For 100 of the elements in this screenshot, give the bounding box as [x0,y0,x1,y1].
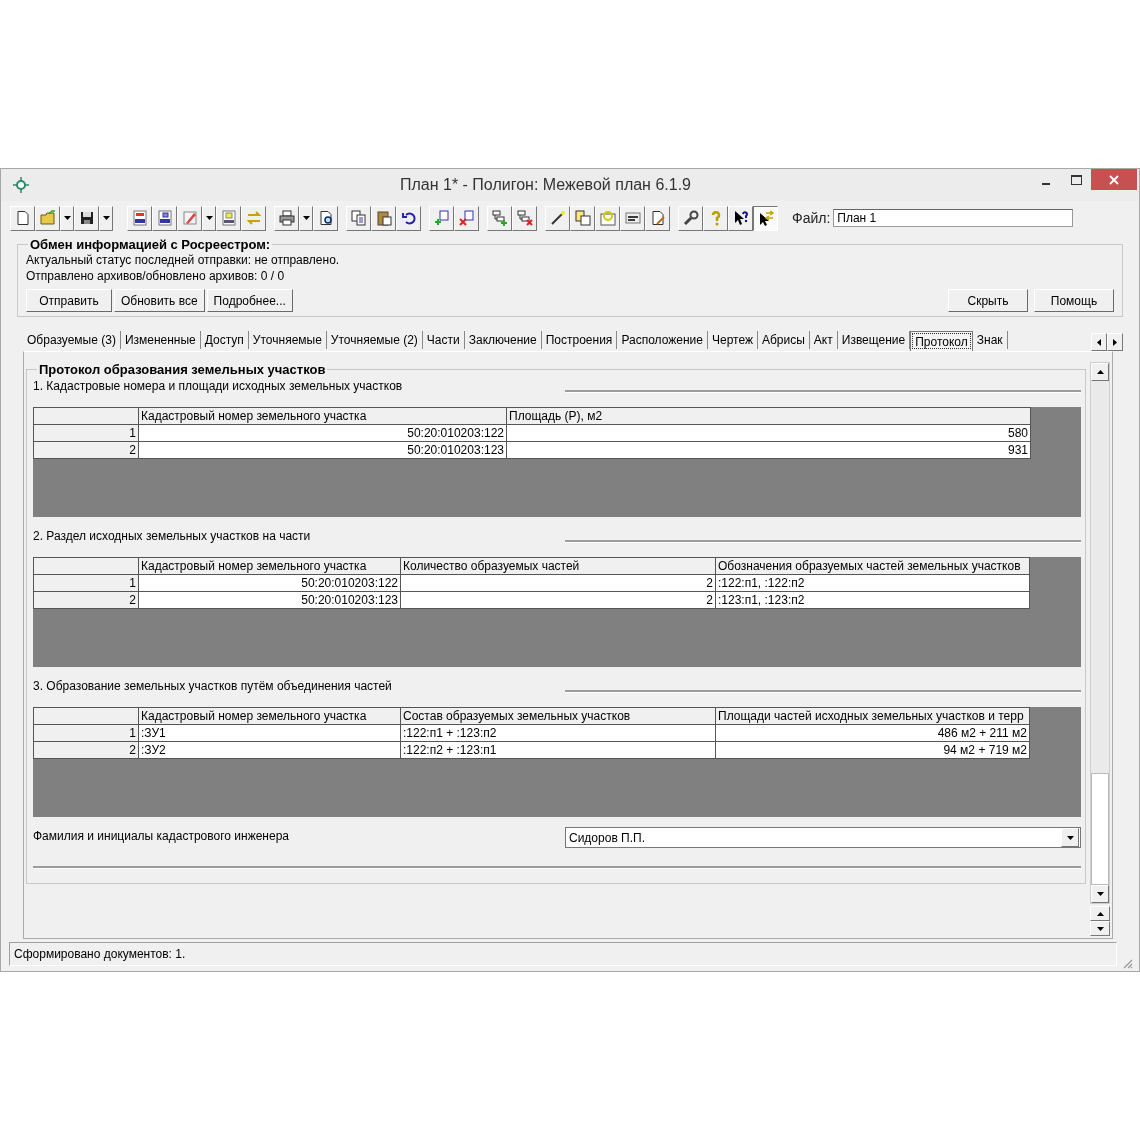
up-arrow-icon [1096,370,1104,374]
group-title: Обмен информацией с Росреестром: [29,237,272,252]
window-title: План 1* - Полигон: Межевой план 6.1.9 [399,176,692,194]
status-text: Актуальный статус последней отправки: не отправлено. [26,252,341,268]
tab[interactable]: Протокол [910,331,973,351]
group-title: Протокол образования земельных участков [38,362,327,377]
tab[interactable]: Уточняемые (2) [326,331,423,349]
column-header: Количество образуемых частей [400,557,716,575]
column-header: Кадастровый номер земельного участка [138,557,401,575]
tab[interactable]: Части [422,331,465,349]
dropdown-button[interactable] [202,205,216,231]
tab[interactable]: Построения [541,331,618,349]
wand-icon [549,210,566,226]
up-arrow-icon [1096,911,1104,916]
tab[interactable]: Знак [972,331,1008,349]
tab[interactable]: Заключение [464,331,542,349]
undo-icon [400,210,417,226]
spin-up-button[interactable] [1090,906,1110,921]
resize-grip-icon [1121,957,1133,969]
minimize-icon [1042,183,1050,185]
column-header: Состав образуемых земельных участков [400,707,716,725]
wrench-icon [682,210,699,226]
tab[interactable]: Измененные [120,331,201,349]
table-cell: 50:20:010203:122 [138,574,401,592]
tab[interactable]: Акт [809,331,838,349]
caret-icon [102,216,110,220]
status-bar: Сформировано документов: 1. [9,942,1117,966]
engineer-select[interactable]: Сидоров П.П. [565,827,1081,848]
table-cell: 50:20:010203:123 [138,591,401,609]
table-cell: :123:п1, :123:п2 [715,591,1030,609]
engineer-label: Фамилия и инициалы кадастрового инженера [33,829,290,843]
tab[interactable]: Уточняемые [248,331,327,349]
delete-document-icon [458,210,475,226]
column-header: Кадастровый номер земельного участка [138,407,507,425]
pointer-help-icon [732,210,749,226]
action-button[interactable]: Скрыть [948,289,1028,312]
print-preview-icon [317,210,334,226]
add-node-icon [491,210,508,226]
edit-document-icon [649,210,666,226]
file-label: Файл: [792,210,831,226]
tab[interactable]: Образуемые (3) [23,331,121,349]
action-button[interactable]: Отправить [26,289,112,312]
column-header: Обозначения образуемых частей земельных участков [715,557,1030,575]
action-button[interactable]: Помощь [1034,289,1114,312]
caret-icon [205,216,213,220]
table-cell: 580 [506,424,1031,442]
table-cell: 2 [400,574,716,592]
section-title: 1. Кадастровые номера и площади исходных земельных участков [33,379,404,393]
tab[interactable]: Расположение [617,331,708,349]
table-cell: 50:20:010203:122 [138,424,507,442]
table-cell: 94 м2 + 719 м2 [715,741,1030,759]
scrollbar[interactable] [1090,362,1110,904]
scroll-right-button[interactable] [1107,333,1123,351]
action-button[interactable]: Обновить все [114,289,205,312]
table-cell: :122:п1 + :123:п2 [400,724,716,742]
maximize-icon [1070,175,1082,185]
toolbar-button[interactable] [753,205,778,231]
tab[interactable]: Чертеж [707,331,758,349]
close-button[interactable] [1091,169,1137,190]
file-name-field[interactable]: План 1 [833,209,1074,227]
dropdown-button[interactable] [60,205,74,231]
caret-icon [63,216,71,220]
crosshair-icon [12,176,30,194]
spin-down-button[interactable] [1090,921,1110,936]
table-cell: :122:п2 + :123:п1 [400,741,716,759]
column-header: Площади частей исходных земельных участков и терр [715,707,1030,725]
table-cell: :122:п1, :122:п2 [715,574,1030,592]
column-header: Кадастровый номер земельного участка [138,707,401,725]
right-arrow-icon [1113,338,1117,346]
table-cell: 486 м2 + 211 м2 [715,724,1030,742]
section-title: 3. Образование земельных участков путём объединения частей [33,679,393,693]
tab[interactable]: Доступ [200,331,249,349]
section-title: 2. Раздел исходных земельных участков на части [33,529,312,543]
column-header: Площадь (Р), м2 [506,407,1031,425]
table-cell: :ЗУ2 [138,741,401,759]
down-arrow-icon [1096,892,1104,896]
table-cell: 2 [400,591,716,609]
dropdown-button[interactable] [299,205,313,231]
close-icon [1109,174,1119,185]
scrollbar-thumb[interactable] [1091,773,1109,885]
printer-icon [278,210,295,226]
documents-icon [574,210,591,226]
scroll-left-button[interactable] [1091,333,1107,351]
swap-arrows-icon [245,210,262,226]
pointer-arrows-icon [757,210,774,226]
tab[interactable]: Абрисы [757,331,810,349]
counts-text: Отправлено архивов/обновлено архивов: 0 / 0 [26,268,286,284]
folder-icon [39,210,56,226]
table-cell: :ЗУ1 [138,724,401,742]
caret-icon [1066,835,1074,840]
action-button[interactable]: Подробнее... [206,289,293,312]
caret-icon [302,216,310,220]
add-document-icon [433,210,450,226]
left-arrow-icon [1097,338,1101,346]
copy-icon [350,210,367,226]
delete-node-icon [516,210,533,226]
table-cell: 50:20:010203:123 [138,441,507,459]
down-arrow-icon [1096,926,1104,931]
table-cell: 931 [506,441,1031,459]
dropdown-button[interactable] [99,205,113,231]
